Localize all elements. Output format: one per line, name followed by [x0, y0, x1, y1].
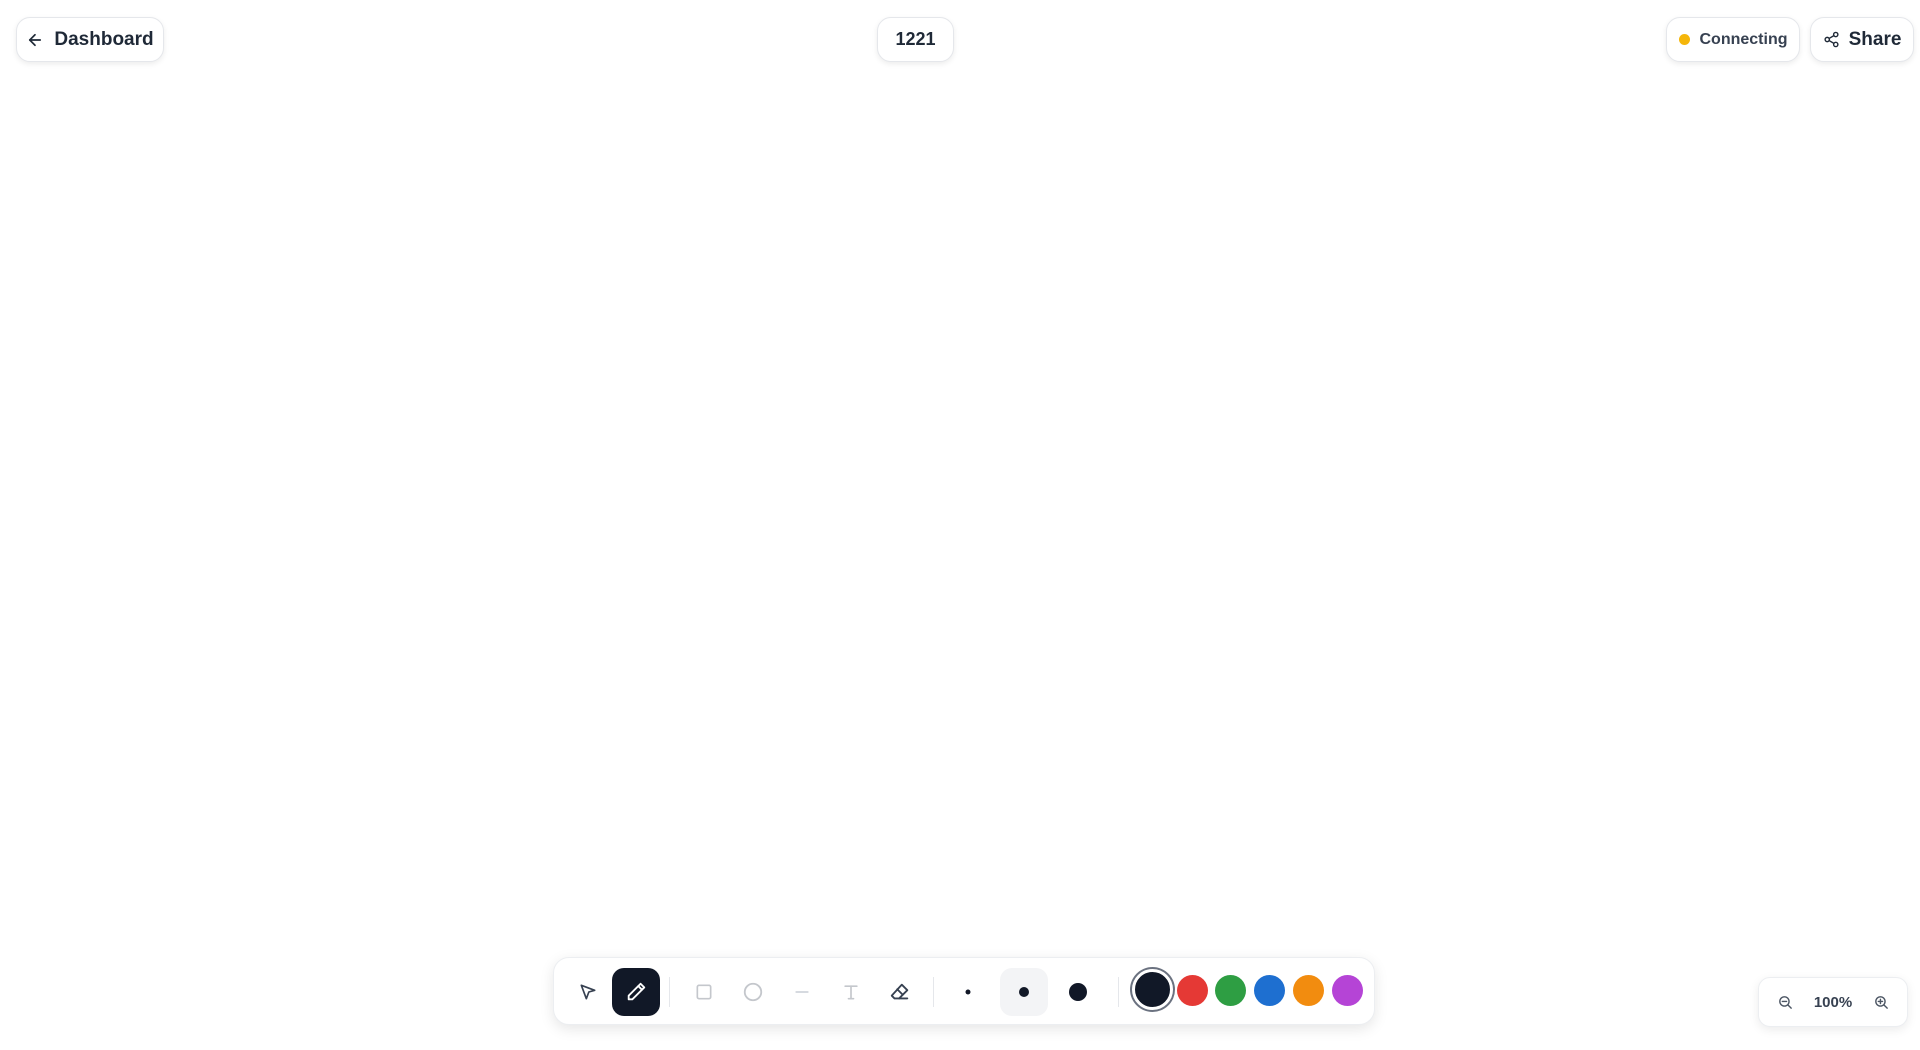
share-label: Share	[1848, 28, 1902, 50]
tool-pen[interactable]	[612, 968, 660, 1016]
drawing-canvas[interactable]	[0, 0, 1920, 1050]
zoom-out-icon	[1777, 994, 1794, 1011]
tool-eraser[interactable]	[876, 968, 924, 1016]
dot-medium-icon	[1018, 986, 1030, 998]
color-swatch-orange[interactable]	[1293, 975, 1324, 1006]
pencil-icon	[625, 981, 647, 1003]
tool-select[interactable]	[564, 968, 612, 1016]
zoom-control: 100%	[1758, 977, 1908, 1027]
dot-small-icon	[963, 987, 973, 997]
zoom-in-button[interactable]	[1867, 988, 1895, 1016]
pointer-icon	[578, 982, 598, 1002]
color-swatch-red[interactable]	[1177, 975, 1208, 1006]
room-id-label: 1221	[895, 29, 936, 49]
toolbar-divider	[669, 977, 670, 1007]
arrow-left-icon	[26, 31, 44, 49]
tool-text[interactable]	[827, 968, 875, 1016]
color-swatch-blue[interactable]	[1254, 975, 1285, 1006]
room-id-badge: 1221	[877, 17, 954, 62]
back-button-label: Dashboard	[54, 28, 154, 50]
stroke-size-medium[interactable]	[1000, 968, 1048, 1016]
color-swatch-purple[interactable]	[1332, 975, 1363, 1006]
minus-icon	[792, 982, 812, 1002]
connection-status: Connecting	[1666, 17, 1800, 62]
type-icon	[841, 982, 861, 1002]
tool-rectangle[interactable]	[680, 968, 728, 1016]
back-to-dashboard-button[interactable]: Dashboard	[16, 17, 164, 62]
toolbar-divider	[933, 977, 934, 1007]
stroke-size-small[interactable]	[944, 968, 992, 1016]
toolbar-divider	[1118, 977, 1119, 1007]
eraser-icon	[889, 981, 911, 1003]
status-dot	[1678, 34, 1690, 45]
tool-line[interactable]	[778, 968, 826, 1016]
dot-large-icon	[1068, 982, 1088, 1002]
tool-ellipse[interactable]	[729, 968, 777, 1016]
zoom-out-button[interactable]	[1771, 988, 1799, 1016]
circle-icon	[742, 981, 764, 1003]
share-button[interactable]: Share	[1810, 17, 1914, 62]
status-label: Connecting	[1699, 30, 1788, 48]
square-icon	[694, 982, 714, 1002]
color-swatch-green[interactable]	[1215, 975, 1246, 1006]
share-icon	[1823, 31, 1840, 48]
drawing-toolbar	[553, 957, 1375, 1025]
stroke-size-large[interactable]	[1054, 968, 1102, 1016]
zoom-level: 100%	[1813, 993, 1853, 1011]
zoom-in-icon	[1873, 994, 1890, 1011]
color-swatch-black[interactable]	[1132, 969, 1173, 1010]
